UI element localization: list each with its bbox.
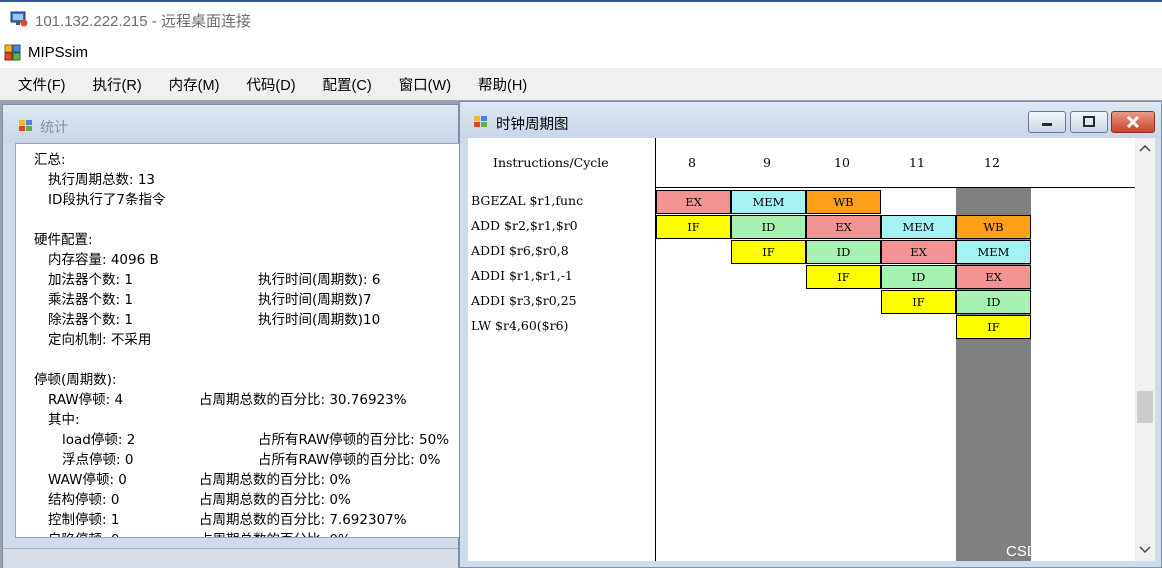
restore-button[interactable] — [1070, 111, 1108, 133]
struct-stall-pct: 占周期总数的百分比: 0% — [199, 492, 351, 508]
menu-file[interactable]: 文件(F) — [18, 74, 66, 95]
remote-desktop-title: 101.132.222.215 - 远程桌面连接 — [35, 13, 251, 30]
stage-cell-ex: EX — [956, 265, 1031, 289]
stage-cell-if: IF — [656, 215, 731, 239]
scroll-up-icon[interactable] — [1139, 144, 1151, 152]
forwarding: 定向机制: 不采用 — [48, 332, 152, 348]
header-divider — [655, 187, 1135, 188]
minimize-icon — [1042, 123, 1052, 126]
instruction-label: LW $r4,60($r6) — [471, 318, 569, 333]
window-app-icon — [19, 120, 32, 131]
menu-memory[interactable]: 内存(M) — [169, 74, 220, 95]
trap-stall: 自陷停顿: 0 — [48, 528, 119, 537]
multiplier-count: 乘法器个数: 1 — [48, 292, 133, 308]
clock-cycle-window: 时钟周期图 Instructions/Cycle 8 9 10 11 12 BG… — [459, 101, 1162, 568]
remote-desktop-topline — [0, 0, 1162, 2]
stage-cell-if: IF — [731, 240, 806, 264]
close-icon — [1126, 115, 1140, 129]
stage-cell-ex: EX — [656, 190, 731, 214]
adder-count: 加法器个数: 1 — [48, 272, 133, 288]
cycle-header: 8 — [688, 155, 696, 170]
divider-time: 执行时间(周期数)10 — [258, 312, 381, 328]
stage-cell-id: ID — [806, 240, 881, 264]
cycle-header: 11 — [909, 155, 925, 170]
multiplier-time: 执行时间(周期数)7 — [258, 292, 372, 308]
cycle-header: 12 — [984, 155, 1000, 170]
instruction-label: BGEZAL $r1,func — [471, 193, 584, 208]
menu-config[interactable]: 配置(C) — [323, 74, 372, 95]
total-cycles: 执行周期总数: 13 — [48, 172, 156, 188]
stats-content[interactable]: 汇总: 执行周期总数: 13 ID段执行了7条指令 硬件配置: 内存容量: 40… — [15, 143, 460, 538]
scroll-thumb[interactable] — [1137, 391, 1153, 423]
float-stall-pct: 占所有RAW停顿的百分比: 0% — [258, 452, 441, 468]
stage-cell-id: ID — [731, 215, 806, 239]
pipeline-chart-area[interactable]: Instructions/Cycle 8 9 10 11 12 BGEZAL $… — [468, 138, 1135, 561]
float-stall: 浮点停顿: 0 — [62, 452, 134, 468]
control-stall-pct: 占周期总数的百分比: 7.692307% — [199, 512, 407, 528]
stage-cell-if: IF — [956, 315, 1031, 339]
menu-run[interactable]: 执行(R) — [93, 74, 142, 95]
stage-cell-mem: MEM — [881, 215, 956, 239]
adder-time: 执行时间(周期数): 6 — [258, 272, 381, 288]
control-stall: 控制停顿: 1 — [48, 512, 120, 528]
stats-window: 统计 汇总: 执行周期总数: 13 ID段执行了7条指令 硬件配置: 内存容量:… — [2, 104, 460, 568]
stats-title: 统计 — [40, 120, 68, 136]
stall-heading: 停顿(周期数): — [34, 372, 117, 388]
stage-cell-id: ID — [881, 265, 956, 289]
waw-stall-pct: 占周期总数的百分比: 0% — [199, 472, 351, 488]
window-app-icon — [474, 116, 487, 127]
stage-cell-ex: EX — [806, 215, 881, 239]
restore-icon — [1083, 116, 1095, 127]
cycle-header: 10 — [834, 155, 850, 170]
stats-titlebar[interactable]: 统计 — [3, 105, 458, 143]
vertical-scrollbar[interactable] — [1135, 138, 1155, 561]
load-stall: load停顿: 2 — [62, 432, 136, 448]
stats-horizontal-scrollbar[interactable] — [3, 548, 458, 568]
stage-cell-wb: WB — [806, 190, 881, 214]
stage-cell-if: IF — [806, 265, 881, 289]
remote-desktop-icon — [10, 11, 28, 27]
struct-stall: 结构停顿: 0 — [48, 492, 120, 508]
header-instructions-cycle: Instructions/Cycle — [493, 155, 609, 170]
menu-window[interactable]: 窗口(W) — [399, 74, 451, 95]
minimize-button[interactable] — [1028, 111, 1066, 133]
divider-count: 除法器个数: 1 — [48, 312, 133, 328]
raw-stall-pct: 占周期总数的百分比: 30.76923% — [199, 392, 407, 408]
scroll-down-icon[interactable] — [1139, 546, 1151, 554]
raw-stall: RAW停顿: 4 — [48, 392, 124, 408]
stage-cell-if: IF — [881, 290, 956, 314]
instruction-label: ADDI $r6,$r0,8 — [471, 243, 569, 258]
app-titlebar: MIPSsim — [0, 38, 1162, 68]
menu-bar: 文件(F) 执行(R) 内存(M) 代码(D) 配置(C) 窗口(W) 帮助(H… — [0, 68, 1162, 100]
stage-cell-mem: MEM — [731, 190, 806, 214]
watermark: CSDN @华章不做 — [1006, 543, 1128, 560]
stage-cell-wb: WB — [956, 215, 1031, 239]
instruction-label: ADDI $r3,$r0,25 — [471, 293, 577, 308]
menu-help[interactable]: 帮助(H) — [478, 74, 527, 95]
load-stall-pct: 占所有RAW停顿的百分比: 50% — [258, 432, 450, 448]
instruction-label: ADD $r2,$r1,$r0 — [471, 218, 578, 233]
stage-cell-id: ID — [956, 290, 1031, 314]
clock-title: 时钟周期图 — [496, 117, 569, 133]
stage-cell-mem: MEM — [956, 240, 1031, 264]
summary-heading: 汇总: — [34, 152, 66, 168]
clock-titlebar[interactable]: 时钟周期图 — [460, 102, 1161, 138]
among-heading: 其中: — [48, 412, 80, 428]
remote-desktop-titlebar: 101.132.222.215 - 远程桌面连接 — [0, 0, 1162, 38]
hardware-heading: 硬件配置: — [34, 232, 93, 248]
memory-size: 内存容量: 4096 B — [48, 252, 159, 268]
cycle-header: 9 — [763, 155, 771, 170]
stage-cell-ex: EX — [881, 240, 956, 264]
app-title: MIPSsim — [28, 44, 88, 61]
waw-stall: WAW停顿: 0 — [48, 472, 127, 488]
instruction-label: ADDI $r1,$r1,-1 — [471, 268, 573, 283]
menu-code[interactable]: 代码(D) — [246, 74, 295, 95]
executed-instructions: ID段执行了7条指令 — [48, 192, 166, 208]
trap-stall-pct: 占周期总数的百分比: 0% — [199, 528, 351, 537]
app-icon — [4, 44, 21, 61]
close-button[interactable] — [1111, 111, 1155, 133]
